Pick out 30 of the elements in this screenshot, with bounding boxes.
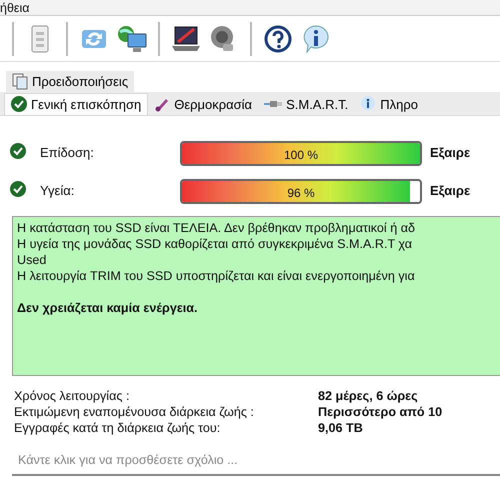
progress-reading: 100 % bbox=[282, 146, 320, 164]
tab[interactable]: Γενική επισκόπηση bbox=[4, 92, 148, 115]
message-line: Η κατάσταση του SSD είναι ΤΕΛΕΙΑ. Δεν βρέθηκαν προβληματικοί ή αδ bbox=[17, 220, 416, 236]
message-line: Η υγεία της μονάδας SSD καθορίζεται από συγκεκριμένα S.M.A.R.T χα bbox=[17, 236, 413, 252]
help-button[interactable] bbox=[262, 22, 294, 54]
help-icon bbox=[263, 24, 293, 54]
metric-label: Υγεία: bbox=[39, 182, 76, 200]
message-line: Used bbox=[17, 252, 48, 268]
info-icon bbox=[301, 24, 331, 54]
pages-icon bbox=[12, 72, 28, 90]
network-computer-icon bbox=[116, 24, 148, 54]
info-value: Περισσότερο από 10 bbox=[318, 404, 442, 420]
metric-label: Επίδοση: bbox=[39, 144, 95, 162]
info-icon bbox=[360, 96, 376, 112]
tab[interactable]: Προειδοποιήσεις bbox=[6, 70, 134, 92]
info-value: 82 μέρες, 6 ώρες bbox=[318, 388, 418, 404]
laptop-icon bbox=[170, 24, 202, 54]
thermometer-icon bbox=[154, 96, 170, 112]
info-value: 9,06 TB bbox=[318, 420, 363, 436]
progress-reading: 96 % bbox=[286, 184, 316, 202]
document-icon bbox=[29, 24, 51, 52]
rating-text: Εξαιρε bbox=[430, 144, 470, 162]
check-icon bbox=[11, 96, 27, 112]
info-label: Εγγραφές κατά τη διάρκεια ζωής του: bbox=[14, 420, 222, 436]
menu-item[interactable]: ήθεια bbox=[0, 1, 30, 15]
message-line: Η λειτουργία TRIM του SSD υποστηρίζεται και είναι ενεργοποιημένη για bbox=[17, 268, 416, 284]
info-label: Χρόνος λειτουργίας : bbox=[14, 388, 130, 404]
rating-text: Εξαιρε bbox=[430, 182, 470, 200]
info-label: Εκτιμώμενη εναπομένουσα διάρκεια ζωής : bbox=[14, 404, 255, 420]
message-line: Δεν χρειάζεται καμία ενέργεια. bbox=[17, 300, 199, 316]
